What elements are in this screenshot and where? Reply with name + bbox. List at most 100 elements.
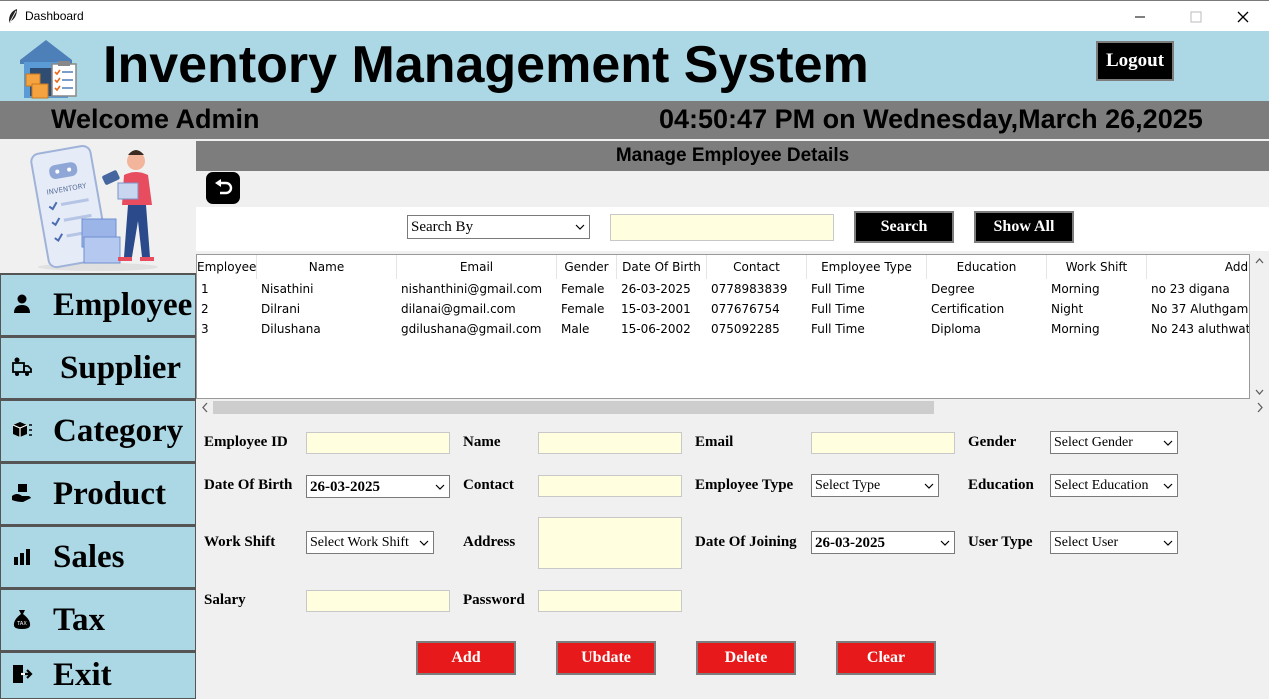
dob-value: 26-03-2025 — [310, 479, 380, 495]
search-by-select[interactable]: Search By — [407, 215, 590, 239]
cell-work-shift: Morning — [1051, 322, 1100, 336]
cell-name: Dilrani — [261, 302, 301, 316]
employee-type-select[interactable]: Select Type — [811, 474, 939, 497]
chevron-down-icon — [435, 484, 445, 490]
hand-product-icon — [12, 484, 31, 502]
table-row[interactable]: 3 Dilushana gdilushana@gmail.com Male 15… — [197, 319, 1250, 339]
clear-button[interactable]: Clear — [836, 641, 936, 675]
column-header[interactable]: Date Of Birth — [617, 255, 707, 279]
education-select[interactable]: Select Education — [1050, 474, 1178, 497]
chevron-down-icon — [1163, 440, 1173, 446]
column-header[interactable]: Employee Type — [807, 255, 927, 279]
show-all-button[interactable]: Show All — [974, 211, 1074, 243]
sidebar-item-sales[interactable]: Sales — [0, 525, 196, 588]
name-input[interactable] — [538, 432, 682, 454]
salary-input[interactable] — [306, 590, 450, 612]
sidebar-item-label: Employee — [53, 287, 193, 323]
column-header[interactable]: Name — [257, 255, 397, 279]
column-header[interactable]: Email — [397, 255, 557, 279]
table-row[interactable]: 2 Dilrani dilanai@gmail.com Female 15-03… — [197, 299, 1250, 319]
email-input[interactable] — [811, 432, 955, 454]
window-titlebar: Dashboard — [0, 0, 1269, 31]
svg-text:TAX: TAX — [16, 621, 27, 627]
cell-address: no 23 digana — [1151, 282, 1230, 296]
name-label: Name — [463, 434, 501, 450]
sidebar-item-label: Product — [53, 476, 167, 512]
scroll-down-icon — [1255, 389, 1264, 395]
sidebar-item-label: Category — [53, 413, 184, 449]
gender-label: Gender — [968, 434, 1017, 450]
column-header[interactable]: Contact — [707, 255, 807, 279]
search-by-value: Search By — [411, 219, 474, 235]
employee-id-label: Employee ID — [204, 434, 288, 450]
add-button[interactable]: Add — [416, 641, 516, 675]
cell-employee-type: Full Time — [811, 282, 865, 296]
gender-value: Select Gender — [1054, 435, 1133, 450]
dob-date-picker[interactable]: 26-03-2025 — [306, 475, 450, 498]
work-shift-select[interactable]: Select Work Shift — [306, 531, 434, 554]
sidebar-item-tax[interactable]: TAX Tax — [0, 588, 196, 651]
cell-address: No 37 Aluthgama — [1151, 302, 1250, 316]
minimize-button[interactable] — [1117, 1, 1163, 32]
column-header[interactable]: Employee — [197, 255, 257, 279]
column-header[interactable]: Education — [927, 255, 1047, 279]
password-input[interactable] — [538, 590, 682, 612]
search-input[interactable] — [610, 214, 834, 241]
scrollbar-thumb[interactable] — [213, 401, 934, 414]
search-button[interactable]: Search — [854, 211, 954, 243]
employee-id-input[interactable] — [306, 432, 450, 454]
maximize-button[interactable] — [1173, 1, 1219, 32]
doj-date-picker[interactable]: 26-03-2025 — [811, 531, 955, 554]
user-type-label: User Type — [968, 534, 1033, 550]
maximize-icon — [1190, 11, 1202, 22]
address-textarea[interactable] — [538, 517, 682, 569]
cell-dob: 26-03-2025 — [621, 282, 691, 296]
page-title: Manage Employee Details — [196, 141, 1269, 171]
delete-button[interactable]: Delete — [696, 641, 796, 675]
cell-employee-type: Full Time — [811, 302, 865, 316]
column-header[interactable]: Work Shift — [1047, 255, 1147, 279]
inventory-illustration: INVENTORY — [0, 139, 196, 273]
user-type-select[interactable]: Select User — [1050, 531, 1178, 554]
table-row[interactable]: 1 Nisathini nishanthini@gmail.com Female… — [197, 279, 1249, 299]
table-vertical-scrollbar[interactable] — [1250, 254, 1269, 399]
employee-table: Employee Name Email Gender Date Of Birth… — [196, 254, 1250, 399]
close-button[interactable] — [1220, 1, 1266, 32]
exit-icon — [13, 665, 33, 683]
chevron-down-icon — [419, 540, 429, 546]
column-header[interactable]: Add — [1147, 255, 1249, 279]
sidebar-item-exit[interactable]: Exit — [0, 651, 196, 699]
cell-work-shift: Morning — [1051, 282, 1100, 296]
update-button[interactable]: Ubdate — [556, 641, 656, 675]
back-button[interactable] — [206, 172, 240, 204]
sidebar-item-category[interactable]: Category — [0, 399, 196, 462]
sidebar-item-employee[interactable]: Employee — [0, 273, 196, 336]
cell-id: 3 — [201, 322, 209, 336]
gender-select[interactable]: Select Gender — [1050, 431, 1178, 454]
column-header[interactable]: Gender — [557, 255, 617, 279]
search-bar: Search By Search Show All — [196, 207, 1269, 251]
sidebar: INVENTORY Employee Supplier Category Pro… — [0, 139, 196, 699]
table-horizontal-scrollbar[interactable] — [196, 399, 1269, 416]
sidebar-item-supplier[interactable]: Supplier — [0, 336, 196, 399]
contact-input[interactable] — [538, 475, 682, 497]
cell-gender: Female — [561, 302, 605, 316]
cell-gender: Female — [561, 282, 605, 296]
cell-education: Diploma — [931, 322, 981, 336]
cell-address: No 243 aluthwatta — [1151, 322, 1250, 336]
logout-button[interactable]: Logout — [1096, 41, 1174, 81]
dob-label: Date Of Birth — [204, 477, 293, 493]
address-label: Address — [463, 534, 516, 550]
scroll-right-icon — [1257, 402, 1263, 413]
password-label: Password — [463, 592, 525, 608]
app-title: Inventory Management System — [103, 36, 869, 94]
education-label: Education — [968, 477, 1034, 493]
cell-employee-type: Full Time — [811, 322, 865, 336]
work-shift-label: Work Shift — [204, 534, 276, 550]
sidebar-item-product[interactable]: Product — [0, 462, 196, 525]
sidebar-item-label: Tax — [53, 602, 105, 638]
close-icon — [1237, 11, 1249, 22]
cell-email: nishanthini@gmail.com — [401, 282, 543, 296]
back-arrow-icon — [215, 179, 233, 195]
user-type-value: Select User — [1054, 535, 1119, 550]
